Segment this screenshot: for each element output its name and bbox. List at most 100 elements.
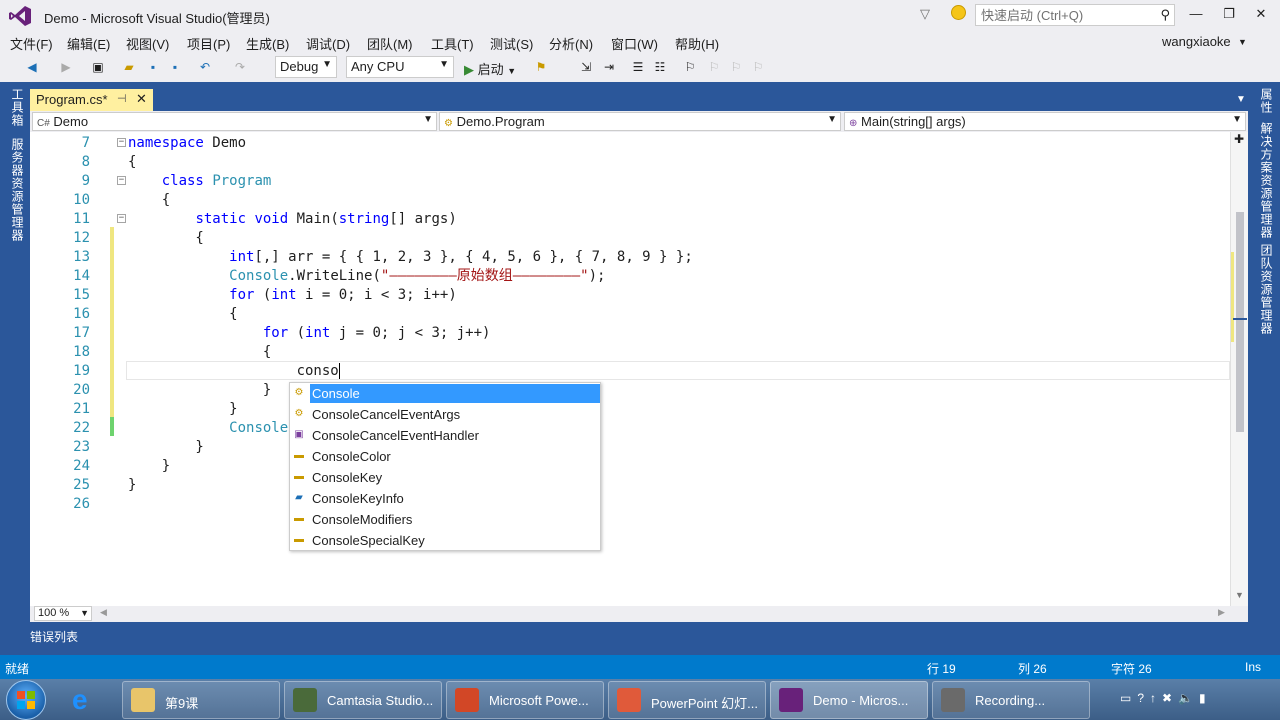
collapse-icon[interactable]: − <box>117 176 126 185</box>
step-into-icon[interactable]: ⇲ <box>578 59 594 75</box>
platform-dropdown[interactable]: Any CPU ▼ <box>346 56 454 78</box>
completion-item[interactable]: ▰ ConsoleKeyInfo <box>290 488 600 509</box>
completion-item[interactable]: ▬ ConsoleModifiers <box>290 509 600 530</box>
team-explorer-tab[interactable]: 团队资源管理器 <box>1258 244 1275 335</box>
comment-lines-icon[interactable]: ☰ <box>630 59 646 75</box>
code-line: 23 } <box>30 438 1230 457</box>
chevron-down-icon[interactable]: ▼ <box>1238 37 1247 47</box>
navigate-forward-icon[interactable]: ▶ <box>58 59 74 75</box>
bookmark-icon[interactable]: ⚐ <box>682 59 698 75</box>
maximize-button[interactable]: ❐ <box>1219 6 1239 24</box>
previous-bookmark-icon[interactable]: ⚐ <box>706 59 722 75</box>
scrollbar-caret-marker <box>1233 318 1247 320</box>
open-file-icon[interactable]: ▰ <box>121 59 137 75</box>
pin-icon[interactable]: ⊣ <box>117 92 127 105</box>
scroll-left-icon[interactable]: ◀ <box>100 607 107 618</box>
menu-window[interactable]: 窗口(W) <box>611 34 658 53</box>
taskbar-item-recording[interactable]: Recording... <box>932 681 1090 719</box>
menu-file[interactable]: 文件(F) <box>10 34 53 53</box>
taskbar-item-slideshow[interactable]: PowerPoint 幻灯... <box>608 681 766 719</box>
class-icon: ⚙ <box>444 118 453 129</box>
scroll-down-icon[interactable]: ▼ <box>1235 590 1244 600</box>
menu-tools[interactable]: 工具(T) <box>431 34 474 53</box>
scrollbar-thumb[interactable] <box>1236 212 1244 432</box>
start-debugging-button[interactable]: ▶ 启动 ▼ <box>464 59 516 78</box>
line-number: 8 <box>81 154 90 170</box>
menu-build[interactable]: 生成(B) <box>246 34 289 53</box>
search-icon[interactable]: ⚲ <box>1160 7 1170 23</box>
code-editor[interactable]: 7− namespace Demo 8{ 9− class Program 10 … <box>30 132 1248 606</box>
menu-project[interactable]: 项目(P) <box>187 34 230 53</box>
properties-tab[interactable]: 属性 <box>1258 88 1275 114</box>
completion-item[interactable]: ▬ ConsoleColor <box>290 446 600 467</box>
taskbar-item-visual-studio[interactable]: Demo - Micros... <box>770 681 928 719</box>
clear-bookmarks-icon[interactable]: ⚐ <box>750 59 766 75</box>
system-tray[interactable]: ▭?↑✖🔈▮ <box>1120 691 1212 705</box>
navigate-back-icon[interactable]: ◀ <box>24 59 40 75</box>
chevron-down-icon: ▼ <box>423 114 433 125</box>
close-tab-icon[interactable]: ✕ <box>136 91 147 107</box>
menu-help[interactable]: 帮助(H) <box>675 34 719 53</box>
save-icon[interactable]: ▪ <box>145 59 161 75</box>
browser-link-icon[interactable]: ⚑ <box>533 59 549 75</box>
completion-label: ConsoleCancelEventHandler <box>312 428 479 443</box>
completion-label: ConsoleModifiers <box>312 512 413 527</box>
line-number: 10 <box>73 192 90 208</box>
solution-config-dropdown[interactable]: Debug ▼ <box>275 56 337 78</box>
type-dropdown[interactable]: ⚙ Demo.Program ▼ <box>439 112 841 131</box>
completion-item[interactable]: ▬ ConsoleKey <box>290 467 600 488</box>
line-number: 11 <box>73 211 90 227</box>
tab-overflow-icon[interactable]: ▼ <box>1236 94 1246 105</box>
step-over-icon[interactable]: ⇥ <box>601 59 617 75</box>
vertical-scrollbar[interactable]: ✚ ▼ <box>1230 132 1248 606</box>
undo-icon[interactable]: ↶ <box>197 59 213 75</box>
internet-explorer-icon[interactable]: e <box>72 684 88 716</box>
line-number: 20 <box>73 382 90 398</box>
taskbar-item-folder[interactable]: 第9课 <box>122 681 280 719</box>
collapse-icon[interactable]: − <box>117 214 126 223</box>
windows-start-button[interactable] <box>6 680 46 720</box>
menu-edit[interactable]: 编辑(E) <box>67 34 110 53</box>
menu-analyze[interactable]: 分析(N) <box>549 34 593 53</box>
code-line: 17 for (int j = 0; j < 3; j++) <box>30 324 1230 343</box>
redo-icon[interactable]: ↷ <box>232 59 248 75</box>
completion-label: ConsoleCancelEventArgs <box>312 407 461 422</box>
new-project-icon[interactable]: ▣ <box>90 59 106 75</box>
feedback-smiley-icon[interactable] <box>951 5 966 20</box>
class-icon: ⚙ <box>294 408 304 419</box>
user-account[interactable]: wangxiaoke <box>1162 34 1231 49</box>
navigation-bar: C# Demo ▼ ⚙ Demo.Program ▼ ⊕ Main(string… <box>30 111 1248 132</box>
scroll-right-icon[interactable]: ▶ <box>1218 607 1225 618</box>
close-button[interactable]: ✕ <box>1251 6 1271 24</box>
next-bookmark-icon[interactable]: ⚐ <box>728 59 744 75</box>
taskbar-label: PowerPoint 幻灯... <box>651 696 758 711</box>
menu-view[interactable]: 视图(V) <box>126 34 169 53</box>
save-all-icon[interactable]: ▪ <box>167 59 183 75</box>
completion-item[interactable]: ▬ ConsoleSpecialKey <box>290 530 600 551</box>
completion-item[interactable]: ⚙ Console <box>290 383 600 404</box>
menu-team[interactable]: 团队(M) <box>367 34 413 53</box>
uncomment-lines-icon[interactable]: ☷ <box>652 59 668 75</box>
recorder-icon <box>941 688 965 712</box>
project-dropdown[interactable]: C# Demo ▼ <box>32 112 437 131</box>
quick-launch-box[interactable]: ⚲ <box>975 4 1175 26</box>
taskbar-item-camtasia[interactable]: Camtasia Studio... <box>284 681 442 719</box>
completion-item[interactable]: ▣ ConsoleCancelEventHandler <box>290 425 600 446</box>
quick-launch-input[interactable] <box>976 5 1151 25</box>
taskbar-item-powerpoint[interactable]: Microsoft Powe... <box>446 681 604 719</box>
collapse-icon[interactable]: − <box>117 138 126 147</box>
completion-item[interactable]: ⚙ ConsoleCancelEventArgs <box>290 404 600 425</box>
split-editor-icon[interactable]: ✚ <box>1234 132 1244 146</box>
server-explorer-tab[interactable]: 服务器资源管理器 <box>9 138 26 242</box>
menu-test[interactable]: 测试(S) <box>490 34 533 53</box>
zoom-dropdown[interactable]: 100 % ▼ <box>34 606 92 621</box>
toolbox-tab[interactable]: 工具箱 <box>9 88 26 127</box>
tab-program-cs[interactable]: Program.cs* <box>30 89 153 111</box>
menu-debug[interactable]: 调试(D) <box>306 34 350 53</box>
member-dropdown[interactable]: ⊕ Main(string[] args) ▼ <box>844 112 1246 131</box>
minimize-button[interactable]: — <box>1186 6 1206 24</box>
notification-filter-icon[interactable]: ▽ <box>920 6 930 22</box>
error-list-tab[interactable]: 错误列表 <box>30 628 78 645</box>
solution-explorer-tab[interactable]: 解决方案资源管理器 <box>1258 122 1275 239</box>
line-number: 13 <box>73 249 90 265</box>
